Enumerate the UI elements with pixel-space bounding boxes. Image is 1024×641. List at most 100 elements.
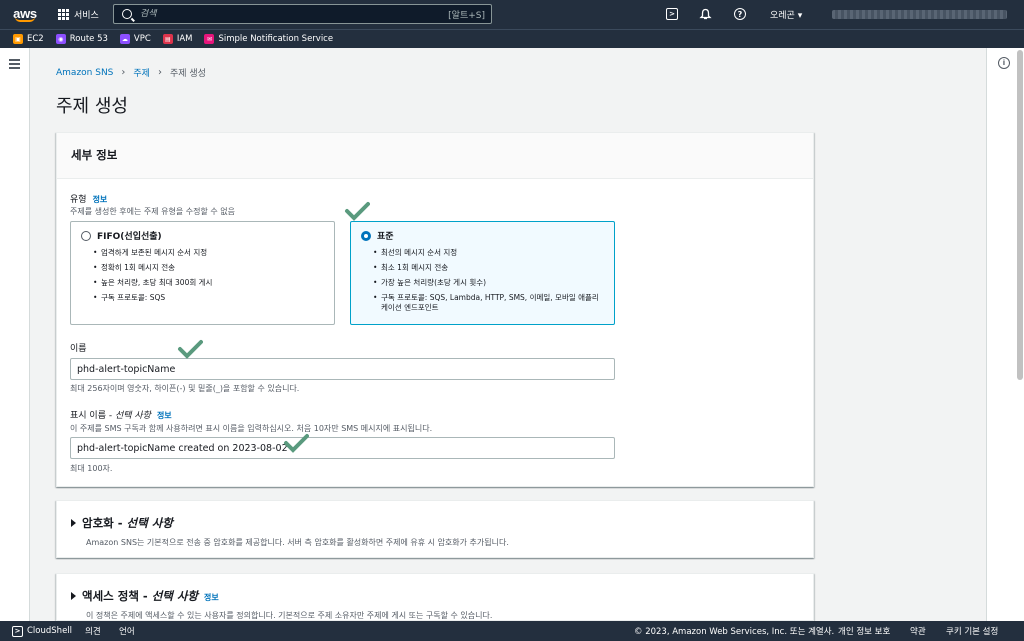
name-input[interactable]: phd-alert-topicName — [70, 358, 615, 380]
favorites-bar: ▣ EC2 ◉ Route 53 ☁ VPC ▤ IAM ✉ Simple No… — [0, 29, 1024, 48]
search-box[interactable]: [알트+S] — [113, 4, 492, 24]
standard-features: 최선의 메시지 순서 지정 최소 1회 메시지 전송 가장 높은 처리량(초당 … — [361, 248, 604, 313]
access-policy-optional: 선택 사항 — [151, 589, 199, 603]
route53-icon: ◉ — [55, 34, 66, 44]
copyright-text: © 2023, Amazon Web Services, Inc. 또는 계열사… — [634, 627, 835, 637]
breadcrumb-current: 주제 생성 — [169, 69, 206, 79]
list-item: 가장 높은 처리량(초당 게시 횟수) — [373, 278, 604, 288]
privacy-link[interactable]: 개인 정보 보호 — [838, 625, 890, 637]
services-menu-button[interactable]: 서비스 — [58, 8, 99, 21]
list-item: 구독 프로토콜: SQS — [93, 293, 324, 303]
sns-icon: ✉ — [204, 34, 215, 44]
search-icon — [122, 9, 132, 19]
favorite-label: Route 53 — [69, 34, 108, 44]
help-icon: ? — [734, 8, 746, 20]
account-menu[interactable] — [832, 10, 1007, 19]
aws-smile-icon — [15, 17, 35, 22]
fifo-title: FIFO(선입선출) — [97, 232, 162, 242]
favorite-label: EC2 — [27, 34, 44, 44]
favorite-vpc[interactable]: ☁ VPC — [119, 34, 151, 44]
type-label-text: 유형 — [70, 195, 87, 205]
list-item: 구독 프로토콜: SQS, Lambda, HTTP, SMS, 이메일, 모바… — [373, 293, 604, 313]
search-input[interactable] — [140, 9, 420, 19]
cloudshell-icon: > — [12, 625, 23, 637]
breadcrumb-link-sns[interactable]: Amazon SNS — [56, 68, 113, 78]
chevron-right-icon: › — [157, 67, 162, 78]
favorite-sns[interactable]: ✉ Simple Notification Service — [204, 34, 333, 44]
cloudshell-footer-button[interactable]: > CloudShell — [12, 625, 73, 637]
breadcrumb-link-topics[interactable]: 주제 — [133, 66, 150, 79]
info-panel-icon[interactable]: i — [998, 57, 1010, 69]
scrollbar-thumb[interactable] — [1017, 50, 1023, 380]
bell-icon — [698, 8, 712, 19]
list-item: 엄격하게 보존된 메시지 순서 지정 — [93, 248, 324, 258]
checkmark-annotation-icon — [178, 340, 203, 359]
favorite-iam[interactable]: ▤ IAM — [162, 34, 193, 44]
help-button[interactable]: ? — [733, 7, 747, 21]
list-item: 정확히 1회 메시지 전송 — [93, 263, 324, 273]
access-policy-description: 이 정책은 주제에 액세스할 수 있는 사용자를 정의합니다. 기본적으로 주제… — [86, 611, 493, 620]
favorite-ec2[interactable]: ▣ EC2 — [13, 34, 44, 44]
aws-logo[interactable]: aws — [6, 0, 44, 29]
scrollbar[interactable] — [1017, 48, 1023, 621]
access-policy-title-text: 액세스 정책 - — [82, 589, 152, 603]
encryption-panel[interactable]: 암호화 - 선택 사항 Amazon SNS는 기본적으로 전송 중 암호화를 … — [56, 500, 814, 558]
fifo-type-tile[interactable]: FIFO(선입선출) 엄격하게 보존된 메시지 순서 지정 정확히 1회 메시지… — [70, 221, 335, 325]
search-shortcut-hint: [알트+S] — [448, 10, 485, 21]
list-item: 높은 처리량, 초당 최대 300회 게시 — [93, 278, 324, 288]
favorite-label: IAM — [176, 34, 193, 44]
caret-right-icon — [71, 519, 76, 527]
display-name-input[interactable]: phd-alert-topicName created on 2023-08-0… — [70, 437, 615, 459]
feedback-link[interactable]: 의견 — [85, 625, 101, 637]
fifo-radio[interactable] — [81, 230, 91, 241]
access-policy-title: 액세스 정책 - 선택 사항 정보 — [82, 588, 219, 604]
display-name-optional: 선택 사항 — [114, 411, 151, 421]
language-link[interactable]: 언어 — [119, 625, 135, 637]
services-label: 서비스 — [74, 11, 99, 21]
type-info-link[interactable]: 정보 — [93, 195, 108, 204]
encryption-title-text: 암호화 - — [82, 516, 127, 530]
favorite-route53[interactable]: ◉ Route 53 — [55, 34, 108, 44]
standard-type-tile[interactable]: 표준 최선의 메시지 순서 지정 최소 1회 메시지 전송 가장 높은 처리량(… — [350, 221, 615, 325]
display-name-label-text: 표시 이름 - — [70, 411, 115, 421]
top-navigation: aws 서비스 [알트+S] > ? 오레곤 ▾ — [0, 0, 1024, 29]
menu-toggle-icon[interactable] — [9, 59, 20, 71]
encryption-description: Amazon SNS는 기본적으로 전송 중 암호화를 제공합니다. 서버 측 … — [86, 538, 509, 547]
footer: > CloudShell 의견 언어 © 2023, Amazon Web Se… — [0, 621, 1024, 641]
details-panel: 세부 정보 유형 정보 주제를 생성한 후에는 주제 유형을 수정할 수 없음 F… — [56, 132, 814, 487]
left-rail — [0, 48, 30, 621]
cloudshell-label: CloudShell — [27, 626, 73, 636]
favorite-label: Simple Notification Service — [218, 34, 334, 44]
region-selector[interactable]: 오레곤 ▾ — [770, 8, 802, 21]
standard-title: 표준 — [377, 232, 394, 242]
page-title: 주제 생성 — [56, 96, 128, 117]
fifo-features: 엄격하게 보존된 메시지 순서 지정 정확히 1회 메시지 전송 높은 처리량,… — [81, 248, 324, 303]
cloudshell-icon: > — [666, 8, 678, 20]
display-name-limit: 최대 100자. — [70, 464, 113, 473]
type-label: 유형 정보 — [70, 192, 107, 205]
access-policy-panel[interactable]: 액세스 정책 - 선택 사항 정보 이 정책은 주제에 액세스할 수 있는 사용자… — [56, 573, 814, 621]
name-description: 최대 256자이며 영숫자, 하이픈(-) 및 밑줄(_)을 포함할 수 있습니… — [70, 384, 300, 393]
access-policy-info-link[interactable]: 정보 — [204, 593, 219, 602]
favorite-label: VPC — [133, 34, 151, 44]
breadcrumb: Amazon SNS › 주제 › 주제 생성 — [56, 66, 206, 79]
cookie-preferences-link[interactable]: 쿠키 기본 설정 — [946, 625, 998, 637]
caret-right-icon — [71, 592, 76, 600]
notifications-button[interactable] — [698, 7, 712, 21]
checkmark-annotation-icon — [284, 434, 309, 453]
display-name-info-link[interactable]: 정보 — [157, 411, 172, 420]
access-policy-toggle[interactable]: 액세스 정책 - 선택 사항 정보 — [71, 588, 799, 604]
cloudshell-button[interactable]: > — [665, 7, 679, 21]
display-name-label: 표시 이름 - 선택 사항 정보 — [70, 408, 172, 421]
name-label: 이름 — [70, 344, 87, 354]
encryption-title: 암호화 - 선택 사항 — [82, 515, 173, 531]
list-item: 최소 1회 메시지 전송 — [373, 263, 604, 273]
details-header: 세부 정보 — [57, 133, 813, 179]
ec2-icon: ▣ — [13, 34, 23, 44]
standard-radio[interactable] — [361, 230, 371, 241]
encryption-toggle[interactable]: 암호화 - 선택 사항 — [71, 515, 799, 531]
chevron-right-icon: › — [121, 67, 126, 78]
display-name-description: 이 주제를 SMS 구독과 함께 사용하려면 표시 이름을 입력하십시오. 처음… — [70, 424, 433, 433]
terms-link[interactable]: 약관 — [910, 625, 926, 637]
type-description: 주제를 생성한 후에는 주제 유형을 수정할 수 없음 — [70, 207, 235, 216]
